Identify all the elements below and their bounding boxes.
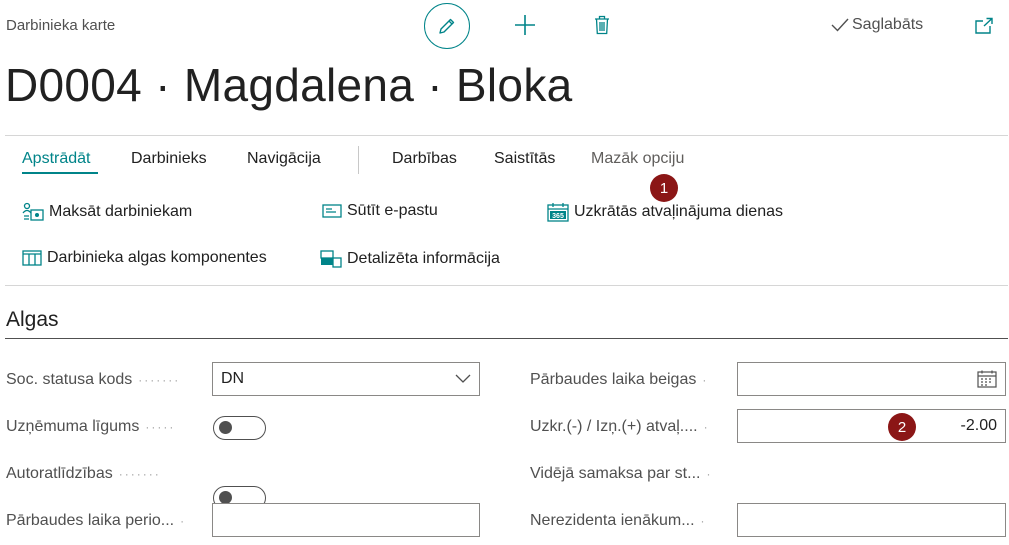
salary-components-action[interactable]: Darbinieka algas komponentes [22, 249, 267, 267]
table-columns-icon [22, 250, 42, 266]
contract-label: Uzņēmuma līgums [6, 418, 140, 435]
label-dots: · [706, 467, 713, 481]
field-label-probation-period: Pārbaudes laika perio... · [6, 512, 186, 530]
pay-employee-icon [22, 202, 44, 221]
calendar-icon[interactable] [977, 370, 997, 388]
new-button[interactable] [510, 10, 540, 40]
calendar-365-icon: 365 [547, 203, 569, 222]
open-new-window-button[interactable] [972, 14, 996, 38]
probation-end-label: Pārbaudes laika beigas [530, 371, 697, 388]
accrued-vacation-action[interactable]: 365 Uzkrātās atvaļinājuma dienas [547, 202, 783, 222]
step-badge-2: 2 [888, 413, 916, 441]
section-rule [5, 338, 1008, 339]
tab-separator [358, 146, 359, 174]
field-label-soc-status: Soc. statusa kods ······· [6, 371, 180, 389]
tab-process[interactable]: Apstrādāt [22, 150, 90, 168]
tab-related[interactable]: Saistītās [494, 150, 555, 168]
soc-status-label: Soc. statusa kods [6, 371, 133, 388]
soc-status-value: DN [221, 370, 245, 387]
nonresident-label: Nerezidenta ienākum... [530, 512, 695, 529]
probation-period-label: Pārbaudes laika perio... [6, 512, 175, 529]
probation-end-date-input[interactable] [737, 362, 1006, 396]
vacation-days-input[interactable]: -2.00 [737, 409, 1006, 443]
send-email-action[interactable]: Sūtīt e-pastu [322, 202, 438, 220]
edit-button[interactable] [424, 3, 470, 49]
contract-toggle[interactable] [213, 416, 266, 440]
detailed-info-label: Detalizēta informācija [347, 250, 500, 267]
section-title: Algas [6, 308, 59, 331]
soc-status-select[interactable]: DN [212, 362, 480, 396]
actions-divider [5, 285, 1008, 286]
details-icon [320, 250, 342, 268]
label-dots: ······· [118, 467, 161, 481]
label-dots: ····· [145, 420, 176, 434]
accrued-vacation-label: Uzkrātās atvaļinājuma dienas [574, 203, 783, 220]
page-type-label: Darbinieka karte [6, 17, 116, 34]
popout-icon [975, 17, 993, 34]
label-dots: · [700, 514, 707, 528]
field-label-probation-end: Pārbaudes laika beigas · [530, 371, 708, 389]
nonresident-input[interactable] [737, 503, 1006, 537]
salary-components-label: Darbinieka algas komponentes [47, 249, 267, 266]
saved-status: Saglabāts [831, 16, 923, 34]
field-label-contract: Uzņēmuma līgums ····· [6, 418, 175, 436]
field-label-royalties: Autoratlīdzības ······· [6, 465, 161, 483]
tab-navigation[interactable]: Navigācija [247, 150, 321, 168]
toggle-knob [219, 421, 232, 434]
plus-icon [515, 15, 535, 35]
label-dots: ······· [138, 373, 181, 387]
chevron-down-icon [455, 374, 471, 383]
tab-employee[interactable]: Darbinieks [131, 150, 207, 168]
pay-employee-label: Maksāt darbiniekam [49, 203, 193, 220]
saved-label: Saglabāts [852, 16, 924, 33]
step-badge-1: 1 [650, 174, 678, 202]
tab-actions[interactable]: Darbības [392, 150, 457, 168]
field-label-nonresident: Nerezidenta ienākum... · [530, 512, 707, 530]
field-label-avg-pay: Vidējā samaksa par st... · [530, 465, 712, 483]
trash-icon [595, 15, 609, 35]
pencil-icon [439, 18, 455, 34]
label-dots: · [180, 514, 187, 528]
send-email-label: Sūtīt e-pastu [347, 202, 438, 219]
label-dots: · [703, 420, 710, 434]
checkmark-icon [831, 18, 849, 32]
label-dots: · [702, 373, 709, 387]
delete-button[interactable] [588, 10, 616, 40]
avg-pay-label: Vidējā samaksa par st... [530, 465, 701, 482]
page-title: D0004 · Magdalena · Bloka [5, 59, 573, 111]
royalties-label: Autoratlīdzības [6, 465, 113, 482]
fewer-options-button[interactable]: Mazāk opciju [591, 150, 684, 168]
active-tab-indicator [22, 172, 98, 174]
vacation-days-label: Uzkr.(-) / Izņ.(+) atvaļ.... [530, 418, 698, 435]
probation-period-input[interactable] [212, 503, 480, 537]
header-divider [5, 135, 1008, 136]
detailed-info-action[interactable]: Detalizēta informācija [320, 249, 500, 269]
email-icon [322, 204, 342, 218]
field-label-vacation-days: Uzkr.(-) / Izņ.(+) atvaļ.... · [530, 418, 710, 436]
svg-text:365: 365 [552, 213, 564, 220]
pay-employee-action[interactable]: Maksāt darbiniekam [22, 202, 192, 222]
